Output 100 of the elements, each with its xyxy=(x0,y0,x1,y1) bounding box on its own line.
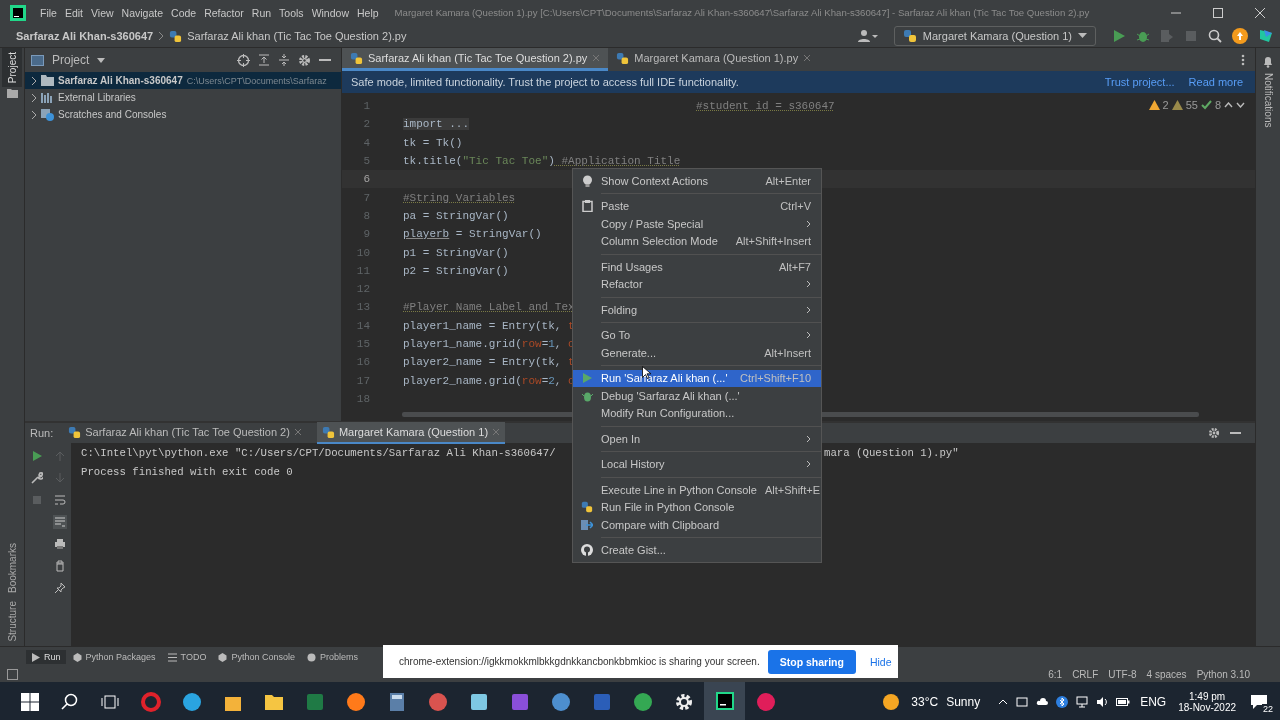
search-icon[interactable] xyxy=(61,693,79,711)
bluetooth-icon[interactable] xyxy=(1056,696,1069,708)
layout-icon[interactable] xyxy=(7,669,18,680)
soft-wrap-icon[interactable] xyxy=(54,494,66,506)
menu-item[interactable]: Debug 'Sarfaraz Ali khan (...' xyxy=(573,387,821,405)
collapse-all-icon[interactable] xyxy=(278,54,290,66)
menu-item[interactable]: Edit xyxy=(60,6,87,19)
print-icon[interactable] xyxy=(54,538,66,550)
tray-icon[interactable] xyxy=(1016,696,1029,708)
start-icon[interactable] xyxy=(21,693,39,711)
run-tab[interactable]: Margaret Kamara (Question 1) xyxy=(316,422,506,444)
menu-item[interactable]: Show Context Actions Alt+Enter xyxy=(573,172,821,190)
run-configuration-dropdown[interactable]: Margaret Kamara (Question 1) xyxy=(893,26,1096,46)
warning-count[interactable]: 2 xyxy=(1162,99,1169,111)
maximize-icon[interactable] xyxy=(1212,6,1224,19)
settings-icon[interactable] xyxy=(298,53,311,67)
menu-item[interactable]: Refactor xyxy=(573,275,821,293)
dropdown-caret-icon[interactable] xyxy=(97,57,106,63)
menu-item[interactable]: Execute Line in Python Console Alt+Shift+E xyxy=(573,481,821,499)
tool-window-button[interactable]: Problems xyxy=(301,650,363,664)
taskbar-button[interactable] xyxy=(704,682,745,720)
menu-item[interactable]: Code xyxy=(167,6,201,19)
settings-icon[interactable] xyxy=(1208,427,1220,439)
tool-window-button[interactable]: TODO xyxy=(162,650,212,664)
stop-sharing-button[interactable]: Stop sharing xyxy=(767,649,856,674)
search-icon[interactable] xyxy=(1208,29,1222,43)
menu-item[interactable]: Go To xyxy=(573,326,821,344)
user-icon[interactable] xyxy=(857,29,878,43)
cloud-icon[interactable] xyxy=(1036,696,1049,708)
menu-item[interactable]: Local History xyxy=(573,455,821,473)
breadcrumb[interactable]: Sarfaraz Ali Khan-s360647 xyxy=(16,30,154,42)
temperature[interactable]: 33°C xyxy=(911,695,939,709)
menu-item[interactable]: Folding xyxy=(573,301,821,319)
chevron-up-icon[interactable] xyxy=(1224,102,1233,108)
menu-item[interactable]: File xyxy=(36,6,61,19)
tool-window-button[interactable]: Bookmarks xyxy=(2,539,22,598)
tree-item[interactable]: External Libraries xyxy=(25,89,341,106)
run-icon[interactable] xyxy=(31,450,43,462)
menu-item[interactable]: Column Selection Mode Alt+Shift+Insert xyxy=(573,232,821,250)
more-icon[interactable] xyxy=(1241,53,1245,66)
bug-icon[interactable] xyxy=(1136,29,1150,43)
banner-link[interactable]: Read more xyxy=(1188,76,1243,88)
status-item[interactable]: 6:1 xyxy=(1048,669,1063,680)
pin-icon[interactable] xyxy=(54,582,66,594)
status-item[interactable]: 4 spaces xyxy=(1146,669,1187,680)
bell-icon[interactable] xyxy=(1262,56,1274,68)
menu-item[interactable]: Open In xyxy=(573,430,821,448)
tree-item[interactable]: Sarfaraz Ali Khan-s360647 C:\Users\CPT\Documents\Sarfaraz xyxy=(25,72,341,89)
speaker-icon[interactable] xyxy=(1096,696,1109,708)
notification-button[interactable]: 22 xyxy=(1246,687,1272,717)
menu-item[interactable]: Help xyxy=(353,6,383,19)
status-item[interactable]: UTF-8 xyxy=(1108,669,1137,680)
weather-condition[interactable]: Sunny xyxy=(946,695,981,709)
chevron-down-icon[interactable] xyxy=(1236,102,1245,108)
menu-item[interactable]: Generate... Alt+Insert xyxy=(573,344,821,362)
menu-item[interactable]: Create Gist... xyxy=(573,541,821,559)
tool-window-button[interactable]: Notifications xyxy=(1262,73,1274,128)
tool-window-button[interactable]: Python Console xyxy=(213,650,300,664)
tree-item[interactable]: Scratches and Consoles xyxy=(25,106,341,123)
tool-window-button[interactable]: Project xyxy=(2,48,22,88)
network-icon[interactable] xyxy=(1076,696,1089,708)
typo-count[interactable]: 8 xyxy=(1214,99,1221,111)
menu-item[interactable]: Compare with Clipboard xyxy=(573,516,821,534)
panel-title[interactable]: Project xyxy=(52,53,90,67)
menu-item[interactable]: Modify Run Configuration... xyxy=(573,404,821,422)
run-icon[interactable] xyxy=(1112,29,1126,43)
close-icon[interactable] xyxy=(1254,6,1266,19)
menu-item[interactable]: Run xyxy=(247,6,276,19)
menu-item[interactable]: Copy / Paste Special xyxy=(573,215,821,233)
status-item[interactable]: Python 3.10 xyxy=(1196,669,1250,680)
locate-icon[interactable] xyxy=(237,53,250,67)
expand-all-icon[interactable] xyxy=(258,54,270,66)
editor-tab[interactable]: Margaret Kamara (Question 1).py xyxy=(608,48,820,71)
update-icon[interactable] xyxy=(1232,28,1248,44)
clock-time[interactable]: 1:49 pm xyxy=(1189,691,1226,702)
tool-window-button[interactable]: Structure xyxy=(2,597,22,646)
menu-item[interactable]: Find Usages Alt+F7 xyxy=(573,258,821,276)
menu-item[interactable]: View xyxy=(87,6,118,19)
app-logo-icon[interactable] xyxy=(1258,28,1274,44)
wrench-icon[interactable] xyxy=(31,472,43,484)
hide-button[interactable]: Hide xyxy=(863,651,898,672)
input-language[interactable]: ENG xyxy=(1140,695,1167,709)
clock-date[interactable]: 18-Nov-2022 xyxy=(1178,702,1236,713)
task-view-icon[interactable] xyxy=(101,693,119,711)
scroll-to-end-icon[interactable] xyxy=(53,515,67,529)
battery-icon[interactable] xyxy=(1116,697,1131,707)
menu-item[interactable]: Refactor xyxy=(200,6,248,19)
run-tab[interactable]: Sarfaraz Ali khan (Tic Tac Toe Question 2) xyxy=(63,422,307,444)
trash-icon[interactable] xyxy=(54,560,66,572)
weak-warning-count[interactable]: 55 xyxy=(1185,99,1198,111)
menu-item[interactable]: Window xyxy=(307,6,353,19)
menu-item[interactable]: Run 'Sarfaraz Ali khan (...' Ctrl+Shift+F10 xyxy=(573,369,821,387)
status-item[interactable]: CRLF xyxy=(1072,669,1099,680)
tool-window-button[interactable]: Python Packages xyxy=(67,650,161,664)
menu-item[interactable]: Tools xyxy=(275,6,308,19)
tool-window-button[interactable]: Run xyxy=(26,650,66,664)
editor-tab[interactable]: Sarfaraz Ali khan (Tic Tac Toe Question 2).py xyxy=(342,48,609,71)
banner-link[interactable]: Trust project... xyxy=(1104,76,1175,88)
menu-item[interactable]: Paste Ctrl+V xyxy=(573,197,821,215)
menu-item[interactable]: Navigate xyxy=(117,6,168,19)
